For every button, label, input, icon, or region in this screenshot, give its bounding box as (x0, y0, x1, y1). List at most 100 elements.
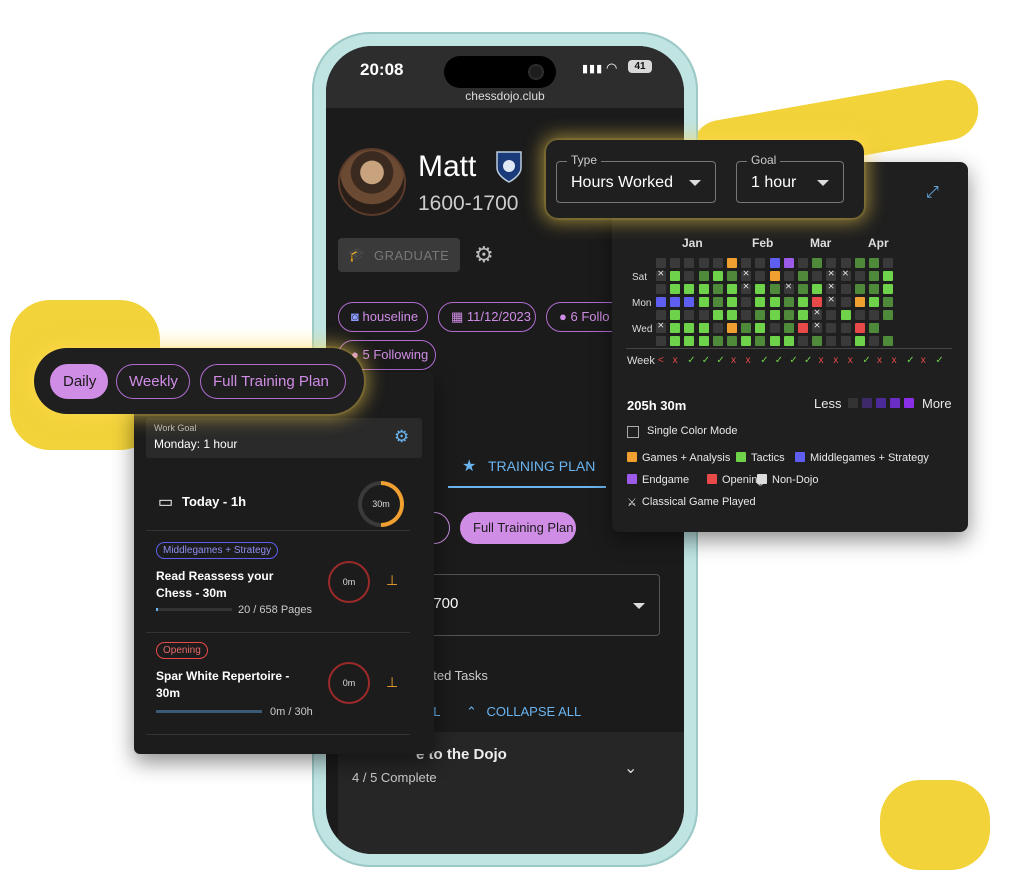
heatmap-cell[interactable] (798, 310, 808, 320)
gear-icon[interactable]: ⚙ (474, 242, 494, 268)
heatmap-cell[interactable] (826, 323, 837, 333)
heatmap-cell[interactable] (727, 297, 737, 307)
heatmap-cell[interactable] (698, 258, 709, 268)
heatmap-cell[interactable] (783, 336, 794, 346)
tab-weekly[interactable]: Weekly (116, 364, 190, 399)
classical-game-cell[interactable]: ⨯ (826, 268, 837, 281)
heatmap-cell[interactable] (755, 258, 766, 268)
heatmap-cell[interactable] (727, 310, 737, 320)
heatmap-cell[interactable] (854, 323, 865, 333)
heatmap-cell[interactable] (712, 310, 723, 320)
joined-date-chip[interactable]: ▦ 11/12/2023 (438, 302, 536, 332)
single-color-mode-checkbox[interactable] (627, 426, 639, 438)
heatmap-cell[interactable] (783, 271, 794, 281)
heatmap-cell[interactable] (840, 310, 851, 320)
heatmap-cell[interactable] (755, 297, 766, 307)
heatmap-cell[interactable] (798, 284, 808, 294)
heatmap-cell[interactable] (854, 336, 865, 346)
graduate-button[interactable]: 🎓 GRADUATE (338, 238, 460, 272)
heatmap-cell[interactable] (869, 284, 879, 294)
heatmap-cell[interactable] (741, 310, 752, 320)
heatmap-cell[interactable] (741, 258, 752, 268)
heatmap-cell[interactable] (670, 297, 681, 307)
classical-game-cell[interactable]: ⨯ (656, 268, 666, 281)
hide-completed-label[interactable]: eted Tasks (426, 668, 488, 683)
heatmap-cell[interactable] (883, 271, 894, 281)
heatmap-cell[interactable] (840, 284, 851, 294)
heatmap-cell[interactable] (670, 310, 681, 320)
heatmap-cell[interactable] (670, 258, 681, 268)
heatmap-cell[interactable] (656, 284, 666, 294)
heatmap-cell[interactable] (883, 310, 894, 320)
heatmap-cell[interactable] (769, 271, 780, 281)
heatmap-cell[interactable] (883, 297, 894, 307)
heatmap-cell[interactable] (812, 336, 823, 346)
url-bar[interactable]: chessdojo.club (326, 89, 684, 103)
type-select[interactable]: Type Hours Worked (556, 153, 716, 203)
cohort-select[interactable]: 1700 (412, 574, 660, 636)
heatmap-cell[interactable] (698, 284, 709, 294)
heatmap-cell[interactable] (854, 297, 865, 307)
heatmap-cell[interactable] (854, 258, 865, 268)
heatmap-cell[interactable] (684, 297, 695, 307)
heatmap-cell[interactable] (869, 310, 879, 320)
classical-game-cell[interactable]: ⨯ (812, 307, 823, 320)
heatmap-cell[interactable] (769, 336, 780, 346)
heatmap-cell[interactable] (698, 297, 709, 307)
heatmap-cell[interactable] (812, 284, 823, 294)
heatmap-cell[interactable] (698, 323, 709, 333)
heatmap-cell[interactable] (869, 336, 879, 346)
heatmap-cell[interactable] (656, 297, 666, 307)
heatmap-cell[interactable] (712, 284, 723, 294)
classical-game-cell[interactable]: ⨯ (783, 281, 794, 294)
pin-icon[interactable]: ⊥ (386, 572, 398, 589)
heatmap-cell[interactable] (854, 284, 865, 294)
classical-game-cell[interactable]: ⨯ (741, 268, 752, 281)
heatmap-cell[interactable] (812, 271, 823, 281)
task-title[interactable]: Read Reassess your Chess - 30m (156, 568, 273, 602)
heatmap-cell[interactable] (854, 271, 865, 281)
heatmap-cell[interactable] (812, 258, 823, 268)
classical-game-cell[interactable]: ⨯ (741, 281, 752, 294)
heatmap-cell[interactable] (840, 297, 851, 307)
discord-chip[interactable]: ◙ houseline (338, 302, 428, 332)
heatmap-cell[interactable] (798, 258, 808, 268)
heatmap-cell[interactable] (769, 284, 780, 294)
heatmap-cell[interactable] (656, 336, 666, 346)
heatmap-cell[interactable] (684, 323, 695, 333)
heatmap-cell[interactable] (741, 297, 752, 307)
pin-icon[interactable]: ⊥ (386, 674, 398, 691)
task-title[interactable]: Spar White Repertoire - 30m (156, 668, 289, 702)
heatmap-cell[interactable] (670, 336, 681, 346)
heatmap-cell[interactable] (670, 284, 681, 294)
gear-icon[interactable]: ⚙ (394, 427, 409, 447)
heatmap-cell[interactable] (783, 258, 794, 268)
heatmap-cell[interactable] (769, 310, 780, 320)
classical-game-cell[interactable]: ⨯ (826, 294, 837, 307)
heatmap-cell[interactable] (769, 323, 780, 333)
heatmap-cell[interactable] (783, 323, 794, 333)
heatmap-cell[interactable] (869, 297, 879, 307)
heatmap-cell[interactable] (798, 297, 808, 307)
heatmap-cell[interactable] (883, 284, 894, 294)
heatmap-cell[interactable] (727, 258, 737, 268)
task-timer-ring[interactable]: 0m (328, 662, 370, 704)
heatmap-cell[interactable] (798, 336, 808, 346)
heatmap-cell[interactable] (840, 323, 851, 333)
heatmap-cell[interactable] (783, 297, 794, 307)
heatmap-cell[interactable] (826, 258, 837, 268)
heatmap-cell[interactable] (854, 310, 865, 320)
heatmap-cell[interactable] (741, 336, 752, 346)
heatmap-cell[interactable] (883, 336, 894, 346)
heatmap-cell[interactable] (798, 323, 808, 333)
collapse-all-button[interactable]: ⌃ COLLAPSE ALL (466, 704, 581, 720)
heatmap-cell[interactable] (769, 258, 780, 268)
heatmap-cell[interactable] (755, 336, 766, 346)
tab-full-training-plan[interactable]: Full Training Plan (200, 364, 346, 399)
heatmap-cell[interactable] (727, 284, 737, 294)
heatmap-cell[interactable] (698, 336, 709, 346)
heatmap-cell[interactable] (840, 258, 851, 268)
heatmap-cell[interactable] (883, 258, 894, 268)
heatmap-cell[interactable] (755, 323, 766, 333)
heatmap-cell[interactable] (684, 310, 695, 320)
